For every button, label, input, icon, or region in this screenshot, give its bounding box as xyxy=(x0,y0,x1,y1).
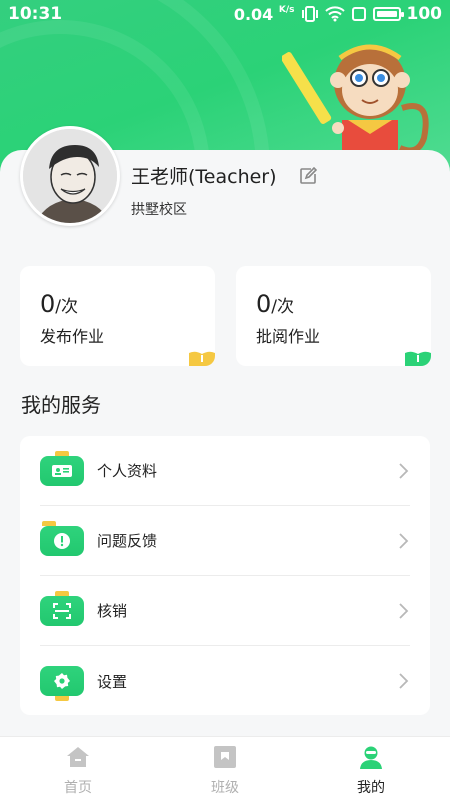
home-icon xyxy=(67,747,89,767)
teacher-name: 王老师(Teacher) xyxy=(131,166,277,188)
chevron-right-icon xyxy=(399,532,409,549)
service-label: 问题反馈 xyxy=(97,532,158,550)
icon-tab xyxy=(55,450,69,456)
stat-label: 发布作业 xyxy=(40,327,105,346)
icon-tab xyxy=(55,590,69,596)
battery-icon xyxy=(372,7,404,21)
net-speed-value: 0.04 xyxy=(233,4,274,24)
tab-home[interactable]: 首页 xyxy=(3,737,153,800)
monkey-mascot-illustration xyxy=(282,44,429,158)
stat-count-unit: /次 xyxy=(55,297,79,317)
edit-icon[interactable] xyxy=(299,166,317,185)
stat-count-value: 0 xyxy=(40,290,56,318)
icon-tab xyxy=(55,696,69,701)
bottom-tab-bar: 首页 班级 我的 xyxy=(0,736,450,800)
service-item-verify[interactable]: 核销 xyxy=(40,576,410,646)
profile-name-row: 王老师(Teacher) xyxy=(131,162,317,189)
book-badge-icon xyxy=(189,351,215,366)
status-time: 10:31 xyxy=(8,4,63,24)
service-label: 设置 xyxy=(97,672,128,691)
gear-icon xyxy=(40,666,84,701)
services-list: 个人资料 问题反馈 核销 设置 xyxy=(20,436,430,715)
battery-level: 100 xyxy=(406,4,443,24)
services-title: 我的服务 xyxy=(21,393,101,417)
stat-count-unit: /次 xyxy=(271,297,295,317)
stat-card-reviewed[interactable]: 0/次 批阅作业 xyxy=(236,266,431,366)
book-badge-icon xyxy=(405,351,431,366)
tab-class[interactable]: 班级 xyxy=(150,737,300,800)
stat-count: 0/次 xyxy=(256,290,294,318)
status-bar: 10:31 0.04 K/s 100 xyxy=(0,0,450,28)
avatar[interactable] xyxy=(20,126,120,226)
alert-icon xyxy=(40,520,84,556)
icon-tab xyxy=(42,520,56,526)
stat-label: 批阅作业 xyxy=(256,327,321,346)
service-item-feedback[interactable]: 问题反馈 xyxy=(40,506,410,576)
scan-icon xyxy=(40,590,84,626)
campus-label: 拱墅校区 xyxy=(131,202,187,218)
stat-count: 0/次 xyxy=(40,290,78,318)
service-label: 核销 xyxy=(97,602,128,620)
stat-card-published[interactable]: 0/次 发布作业 xyxy=(20,266,215,366)
id-card-icon xyxy=(40,450,84,486)
tab-label: 班级 xyxy=(211,780,239,796)
sim-icon xyxy=(351,7,366,21)
chevron-right-icon xyxy=(399,462,409,479)
tab-label: 我的 xyxy=(357,780,385,796)
stat-count-value: 0 xyxy=(256,290,272,318)
vibrate-icon xyxy=(301,6,318,22)
class-icon xyxy=(214,746,236,768)
service-item-settings[interactable]: 设置 xyxy=(40,646,410,716)
net-speed-unit: K/s xyxy=(278,4,295,15)
service-label: 个人资料 xyxy=(97,462,158,480)
chevron-right-icon xyxy=(399,602,409,619)
chevron-right-icon xyxy=(399,673,409,689)
service-item-profile[interactable]: 个人资料 xyxy=(40,436,410,506)
profile-icon xyxy=(360,746,382,769)
net-speed: 0.04 K/s xyxy=(234,5,295,24)
wifi-icon xyxy=(324,6,345,22)
tab-label: 首页 xyxy=(64,780,92,796)
tab-mine[interactable]: 我的 xyxy=(296,737,446,800)
